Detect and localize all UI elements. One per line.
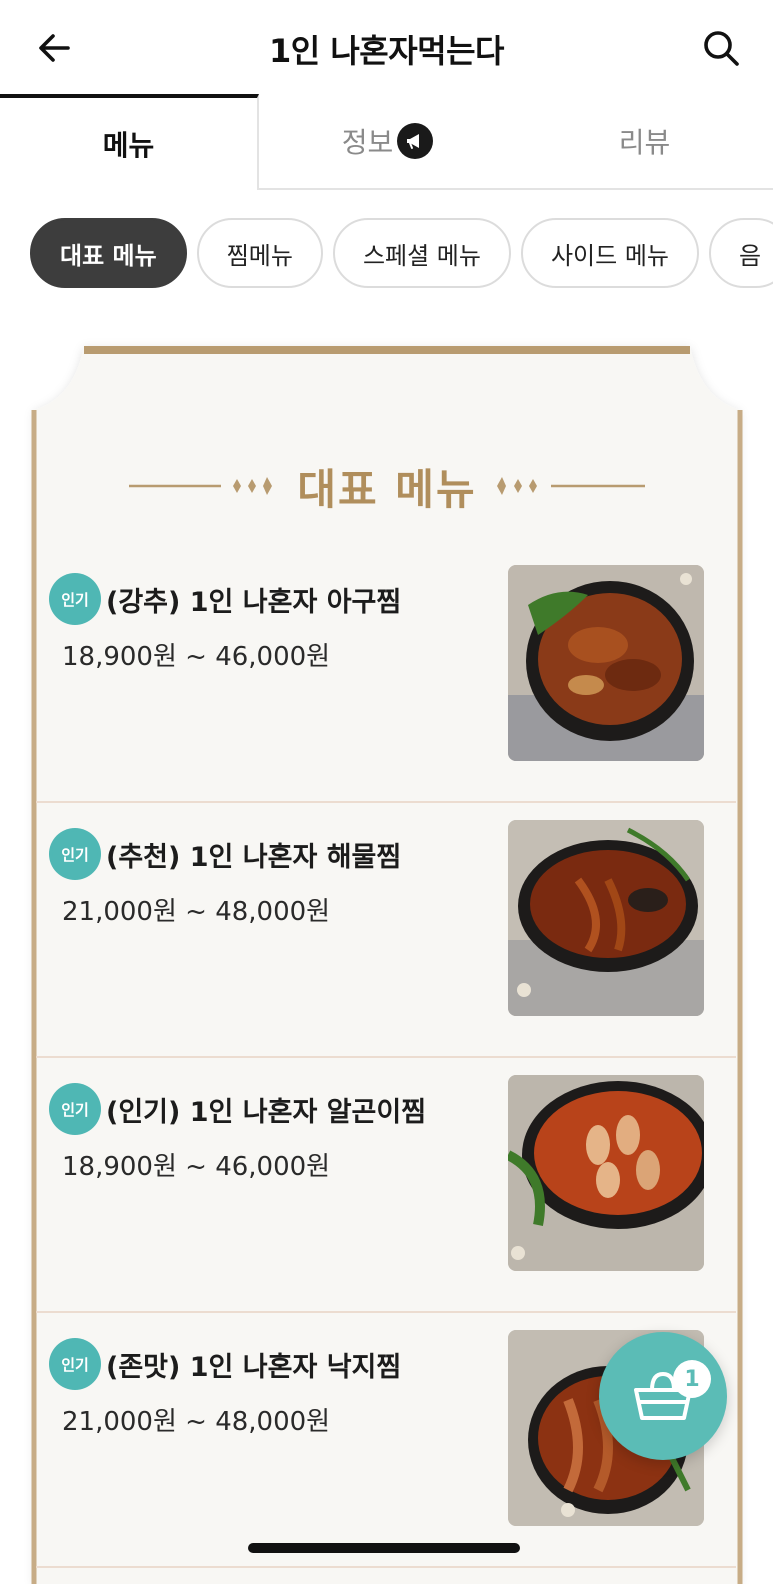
popular-badge: 인기 xyxy=(52,576,98,622)
item-name: (추천) 1인 나혼자 해물찜 xyxy=(106,841,402,873)
tab-review[interactable]: 리뷰 xyxy=(516,94,773,188)
app-header: 1인 나혼자먹는다 xyxy=(0,0,773,94)
page-title: 1인 나혼자먹는다 xyxy=(269,32,505,70)
cart-count-badge: 1 xyxy=(673,1360,711,1398)
tab-bar: 메뉴 정보 리뷰 xyxy=(0,94,773,190)
chip-special-menu[interactable]: 스페셜 메뉴 xyxy=(332,218,511,288)
tab-label: 정보 xyxy=(341,126,394,159)
chip-side-menu[interactable]: 사이드 메뉴 xyxy=(520,218,699,288)
menu-item[interactable]: 인기 (인기) 1인 나혼자 알곤이찜 18,900원 ~ 46,000원 xyxy=(36,1058,736,1313)
item-name-row: 인기 (인기) 1인 나혼자 알곤이찜 xyxy=(52,1086,426,1132)
tab-menu[interactable]: 메뉴 xyxy=(0,94,259,190)
chip-steamed-menu[interactable]: 찜메뉴 xyxy=(196,218,323,288)
item-name: (존맛) 1인 나혼자 낙지찜 xyxy=(106,1351,402,1383)
chip-signature-menu[interactable]: 대표 메뉴 xyxy=(30,218,187,288)
search-icon xyxy=(704,31,739,66)
section-title: 대표 메뉴 xyxy=(297,464,477,514)
tab-label: 리뷰 xyxy=(618,126,671,159)
item-price: 18,900원 ~ 46,000원 xyxy=(62,642,331,672)
search-button[interactable] xyxy=(697,24,745,72)
category-chip-row: 대표 메뉴 찜메뉴 스페셜 메뉴 사이드 메뉴 음 xyxy=(30,218,773,290)
chip-drinks-menu[interactable]: 음 xyxy=(709,218,773,288)
ornament-right-icon xyxy=(496,477,645,495)
item-photo xyxy=(508,565,704,761)
item-price: 18,900원 ~ 46,000원 xyxy=(62,1152,331,1182)
item-name-row: 인기 (존맛) 1인 나혼자 낙지찜 xyxy=(52,1341,401,1387)
menu-item[interactable]: 인기 (강추) 1인 나혼자 아구찜 18,900원 ~ 46,000원 xyxy=(36,548,736,803)
item-name: (강추) 1인 나혼자 아구찜 xyxy=(106,586,402,618)
popular-badge: 인기 xyxy=(52,831,98,877)
menu-item[interactable]: 인기 (추천) 1인 나혼자 해물찜 21,000원 ~ 48,000원 xyxy=(36,803,736,1058)
item-price: 21,000원 ~ 48,000원 xyxy=(62,897,331,927)
tab-label: 메뉴 xyxy=(102,129,155,162)
cart-button[interactable]: 1 xyxy=(599,1332,727,1460)
home-indicator[interactable] xyxy=(248,1543,520,1553)
tab-info[interactable]: 정보 xyxy=(259,94,516,188)
item-name-row: 인기 (추천) 1인 나혼자 해물찜 xyxy=(52,831,401,877)
item-photo xyxy=(508,1075,704,1271)
item-price: 21,000원 ~ 48,000원 xyxy=(62,1407,331,1437)
popular-badge: 인기 xyxy=(52,1086,98,1132)
popular-badge: 인기 xyxy=(52,1341,98,1387)
section-heading: 대표 메뉴 xyxy=(14,446,760,526)
megaphone-icon xyxy=(397,123,434,159)
item-name: (인기) 1인 나혼자 알곤이찜 xyxy=(106,1096,427,1128)
item-name-row: 인기 (강추) 1인 나혼자 아구찜 xyxy=(52,576,401,622)
ornament-left-icon xyxy=(129,477,273,495)
item-photo xyxy=(508,820,704,1016)
